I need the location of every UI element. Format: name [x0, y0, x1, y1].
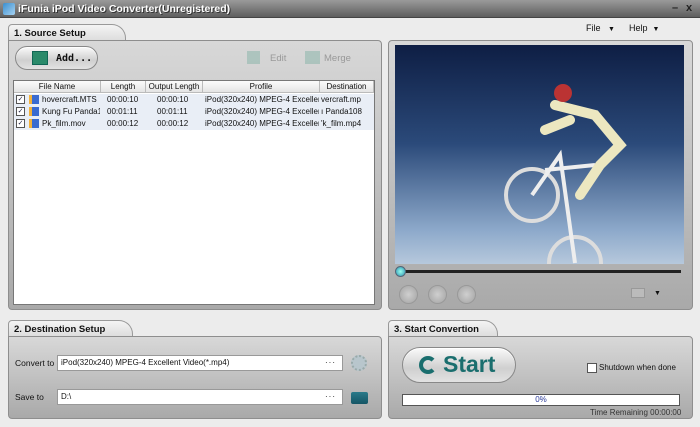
destination-setup-tab: 2. Destination Setup: [8, 320, 133, 337]
destination: 'k_film.mp4: [321, 119, 362, 128]
save-browse-button[interactable]: ···: [325, 390, 336, 404]
col-length[interactable]: Length: [101, 81, 146, 93]
length: 00:00:10: [107, 95, 139, 104]
shutdown-checkbox[interactable]: [587, 363, 597, 373]
start-button[interactable]: Start: [402, 347, 516, 383]
refresh-icon: [419, 356, 437, 374]
open-folder-icon[interactable]: [351, 392, 368, 404]
settings-gear-icon[interactable]: [351, 355, 367, 371]
destination: vercraft.mp: [321, 95, 362, 104]
start-conversion-tab: 3. Start Convertion: [388, 320, 498, 337]
file-name: Kung Fu Panda1(: [42, 107, 100, 116]
video-file-icon: [29, 107, 39, 116]
menu-file[interactable]: File ▼: [586, 23, 615, 33]
destination: ı Panda108: [321, 107, 362, 116]
chevron-down-icon: ▼: [652, 26, 660, 33]
add-label: Add...: [56, 53, 93, 64]
seek-handle[interactable]: [395, 266, 406, 277]
snapshot-icon[interactable]: [631, 288, 645, 298]
length: 00:01:11: [107, 107, 138, 116]
menu-file-label: File: [586, 23, 601, 33]
title-bar: iFunia iPod Video Converter(Unregistered…: [0, 0, 700, 18]
convert-to-field[interactable]: iPod(320x240) MPEG-4 Excellent Video(*.m…: [57, 355, 343, 371]
col-output-length[interactable]: Output Length: [146, 81, 203, 93]
file-table: File Name Length Output Length Profile D…: [13, 80, 375, 305]
progress-text: 0%: [535, 395, 547, 404]
output-length: 00:00:12: [157, 119, 189, 128]
menu-help-label: Help: [629, 23, 648, 33]
convert-to-value: iPod(320x240) MPEG-4 Excellent Video(*.m…: [61, 358, 230, 367]
edit-button[interactable]: Edit: [270, 53, 286, 64]
snapshot-dropdown[interactable]: ▼: [654, 290, 661, 297]
file-name: Pk_film.mov: [42, 119, 86, 128]
shutdown-label: Shutdown when done: [599, 363, 676, 372]
merge-icon: [305, 51, 320, 64]
add-button[interactable]: Add...: [15, 46, 98, 70]
profile: iPod(320x240) MPEG-4 Excellent: [205, 95, 319, 104]
save-to-field[interactable]: D:\ ···: [57, 389, 343, 405]
pause-button[interactable]: [428, 285, 447, 304]
destination-setup-panel: [8, 336, 382, 419]
output-length: 00:01:11: [157, 107, 188, 116]
row-checkbox[interactable]: ✓: [16, 95, 25, 104]
output-length: 00:00:10: [157, 95, 189, 104]
seek-bar[interactable]: [398, 270, 681, 273]
video-frame-biker: [504, 84, 627, 264]
source-setup-tab: 1. Source Setup: [8, 24, 126, 41]
edit-icon: [247, 51, 260, 64]
file-name: hovercraft.MTS: [42, 95, 97, 104]
table-row[interactable]: ✓ Pk_film.mov 00:00:12 00:00:12 iPod(320…: [14, 118, 374, 130]
close-button[interactable]: x: [686, 2, 692, 14]
save-to-label: Save to: [15, 392, 44, 402]
video-preview: [395, 45, 684, 264]
add-video-icon: [32, 51, 48, 65]
save-to-value: D:\: [61, 392, 72, 401]
col-file-name[interactable]: File Name: [14, 81, 101, 93]
video-file-icon: [29, 95, 39, 104]
minimize-button[interactable]: –: [672, 2, 678, 14]
window-title: iFunia iPod Video Converter(Unregistered…: [18, 3, 231, 15]
profile: iPod(320x240) MPEG-4 Excellent: [205, 119, 319, 128]
stop-button[interactable]: [457, 285, 476, 304]
table-row[interactable]: ✓ Kung Fu Panda1( 00:01:11 00:01:11 iPod…: [14, 106, 374, 118]
col-destination[interactable]: Destination: [320, 81, 374, 93]
convert-to-label: Convert to: [15, 358, 55, 368]
video-file-icon: [29, 119, 39, 128]
col-profile[interactable]: Profile: [203, 81, 320, 93]
profile-browse-button[interactable]: ···: [325, 356, 336, 370]
profile: iPod(320x240) MPEG-4 Excellent: [205, 107, 319, 116]
chevron-down-icon: ▼: [608, 26, 615, 33]
length: 00:00:12: [107, 119, 139, 128]
time-remaining: Time Remaining 00:00:00: [590, 408, 682, 417]
table-row[interactable]: ✓ hovercraft.MTS 00:00:10 00:00:10 iPod(…: [14, 94, 374, 106]
merge-button[interactable]: Merge: [324, 53, 351, 64]
progress-bar: 0%: [402, 394, 680, 406]
menu-help[interactable]: Help ▼: [629, 23, 659, 33]
row-checkbox[interactable]: ✓: [16, 119, 25, 128]
app-icon: [3, 3, 15, 15]
play-button[interactable]: [399, 285, 418, 304]
row-checkbox[interactable]: ✓: [16, 107, 25, 116]
start-label: Start: [443, 351, 496, 377]
